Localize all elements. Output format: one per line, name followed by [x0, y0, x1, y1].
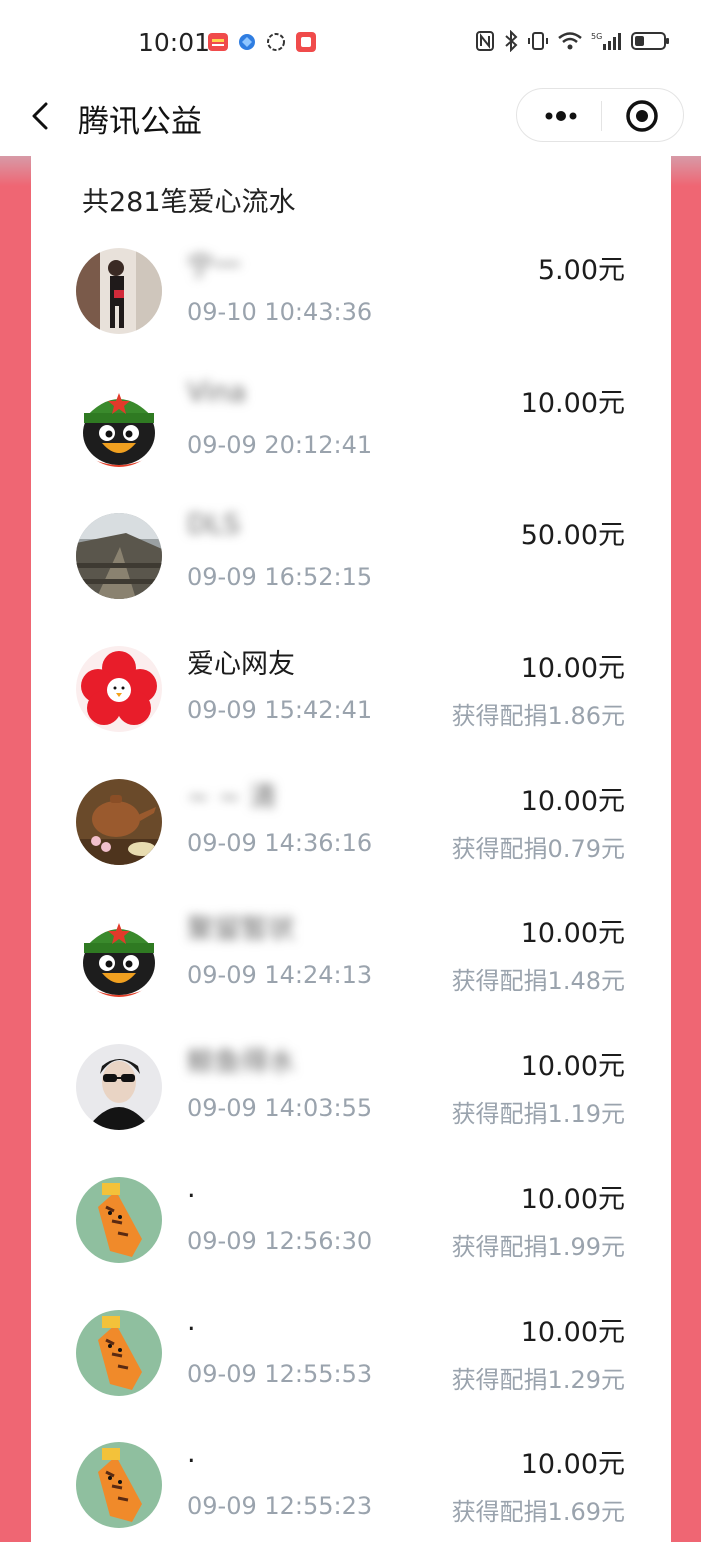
donation-amount: 10.00元 — [520, 1051, 625, 1083]
bluetooth-icon — [505, 30, 518, 52]
nav-bar: 腾讯公益 — [0, 88, 701, 156]
list-header: 共281笔爱心流水 — [82, 187, 296, 218]
notes-app-icon — [296, 32, 316, 52]
browser-app-icon — [239, 34, 255, 50]
mini-program-capsule — [516, 88, 684, 142]
avatar — [76, 513, 162, 600]
donation-amount: 10.00元 — [520, 387, 625, 419]
battery-icon — [631, 32, 669, 50]
capsule-divider — [601, 101, 602, 131]
donation-time: 09-09 12:56:30 — [187, 1226, 373, 1255]
list-item[interactable]: 宁一 09-10 10:43:36 5.00元 — [31, 232, 671, 365]
avatar — [76, 646, 162, 733]
avatar — [76, 1176, 162, 1263]
matching-donation: 获得配捐1.48元 — [451, 967, 625, 996]
list-item[interactable]: Vina 09-09 20:12:41 10.00元 — [31, 365, 671, 498]
chevron-left-icon — [32, 102, 48, 130]
donation-list[interactable]: 宁一 09-10 10:43:36 5.00元 Vina 09-09 20:12… — [31, 232, 671, 1559]
more-dots-icon — [545, 111, 577, 121]
list-item[interactable]: ~ ~ 清 09-09 14:36:16 10.00元 获得配捐0.79元 — [31, 763, 671, 896]
message-app-icon — [208, 33, 228, 51]
avatar — [76, 248, 162, 334]
donor-name: DLS — [187, 509, 240, 541]
avatar — [76, 1044, 162, 1131]
matching-donation: 获得配捐1.99元 — [451, 1232, 625, 1261]
avatar — [76, 1442, 162, 1529]
wifi-icon — [558, 32, 582, 50]
more-button[interactable] — [539, 101, 583, 131]
donation-time: 09-10 10:43:36 — [187, 298, 373, 326]
list-item[interactable]: . 09-09 12:55:23 10.00元 获得配捐1.69元 — [31, 1426, 671, 1559]
donation-amount: 10.00元 — [520, 1316, 625, 1348]
donor-name: 宁一 — [187, 251, 241, 282]
matching-donation: 获得配捐0.79元 — [451, 834, 625, 863]
donation-time: 09-09 15:42:41 — [187, 696, 373, 725]
donation-time: 09-09 16:52:15 — [187, 563, 373, 592]
matching-donation: 获得配捐1.86元 — [451, 702, 625, 731]
donation-time: 09-09 20:12:41 — [187, 430, 373, 459]
page-title: 腾讯公益 — [78, 104, 202, 140]
background-accent-left — [0, 156, 31, 1542]
list-item[interactable]: 爱心网友 09-09 15:42:41 10.00元 获得配捐1.86元 — [31, 630, 671, 763]
status-system-icons: 5G — [475, 30, 671, 52]
donation-amount: 50.00元 — [520, 520, 625, 552]
signal-5g-icon: 5G — [591, 32, 621, 50]
list-item[interactable]: 鲸鱼得水 09-09 14:03:55 10.00元 获得配捐1.19元 — [31, 1028, 671, 1161]
status-notification-icons — [207, 31, 317, 53]
avatar — [76, 911, 162, 998]
donation-amount: 10.00元 — [520, 918, 625, 950]
donation-time: 09-09 14:36:16 — [187, 828, 373, 857]
donor-name: . — [187, 1438, 196, 1470]
donation-amount: 10.00元 — [520, 785, 625, 817]
donation-time: 09-09 14:03:55 — [187, 1094, 373, 1123]
donation-amount: 10.00元 — [520, 1183, 625, 1215]
background-accent-right — [671, 156, 701, 1542]
donation-time: 09-09 12:55:23 — [187, 1492, 373, 1521]
donation-amount: 10.00元 — [520, 1449, 625, 1481]
matching-donation: 获得配捐1.69元 — [451, 1498, 625, 1527]
avatar — [76, 1309, 162, 1396]
nfc-icon — [476, 31, 494, 51]
donor-name: 鲸鱼得水 — [187, 1047, 295, 1079]
donation-time: 09-09 14:24:13 — [187, 961, 373, 990]
donor-name: . — [187, 1172, 196, 1204]
avatar — [76, 778, 162, 865]
svg-text:5G: 5G — [591, 32, 602, 41]
ring-app-icon — [267, 33, 285, 51]
donation-amount: 10.00元 — [520, 653, 625, 685]
donor-name: 聚留暂状 — [187, 914, 295, 946]
matching-donation: 获得配捐1.19元 — [451, 1100, 625, 1129]
donation-time: 09-09 12:55:53 — [187, 1359, 373, 1388]
close-mini-program-button[interactable] — [625, 99, 659, 133]
vibrate-icon — [528, 32, 548, 50]
avatar — [76, 380, 162, 467]
list-item[interactable]: 聚留暂状 09-09 14:24:13 10.00元 获得配捐1.48元 — [31, 895, 671, 1028]
donor-name: 爱心网友 — [187, 649, 295, 681]
list-item[interactable]: . 09-09 12:56:30 10.00元 获得配捐1.99元 — [31, 1161, 671, 1294]
donor-name: ~ ~ 清 — [187, 781, 277, 813]
donor-name: Vina — [187, 376, 247, 408]
back-button[interactable] — [22, 96, 62, 136]
donor-name: . — [187, 1305, 196, 1337]
status-time: 10:01 — [138, 28, 211, 57]
target-close-icon — [626, 100, 658, 132]
donation-amount: 5.00元 — [537, 255, 625, 286]
list-item[interactable]: . 09-09 12:55:53 10.00元 获得配捐1.29元 — [31, 1294, 671, 1427]
matching-donation: 获得配捐1.29元 — [451, 1365, 625, 1394]
list-item[interactable]: DLS 09-09 16:52:15 50.00元 — [31, 497, 671, 630]
status-bar: 10:01 5G — [0, 0, 701, 88]
